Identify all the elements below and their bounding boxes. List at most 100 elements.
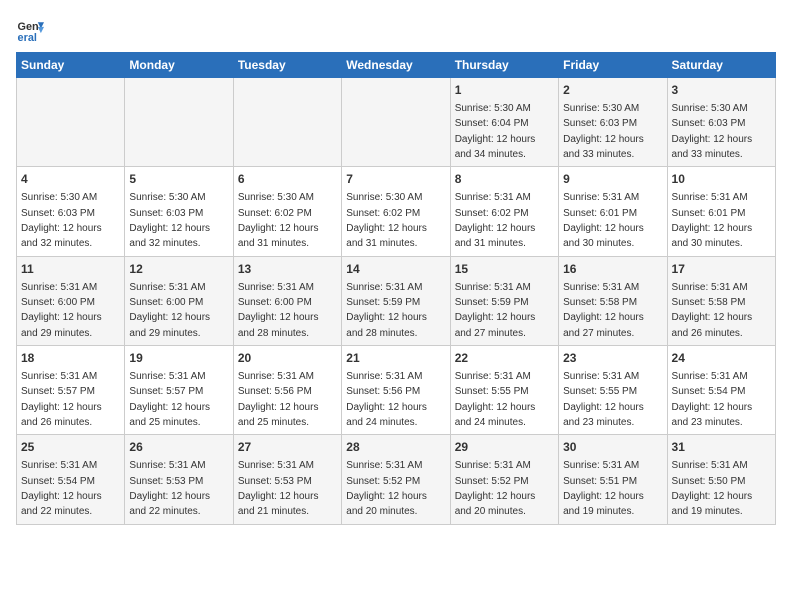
day-info: Sunrise: 5:30 AM Sunset: 6:02 PM Dayligh… xyxy=(346,192,427,249)
day-info: Sunrise: 5:31 AM Sunset: 5:59 PM Dayligh… xyxy=(346,282,427,339)
calendar-cell: 3 Sunrise: 5:30 AM Sunset: 6:03 PM Daylig… xyxy=(667,78,775,167)
day-number: 23 xyxy=(563,350,662,367)
calendar-cell: 9Sunrise: 5:31 AM Sunset: 6:01 PM Daylig… xyxy=(559,167,667,256)
week-row-5: 25 Sunrise: 5:31 AM Sunset: 5:54 PM Dayli… xyxy=(17,435,776,524)
day-info: Sunrise: 5:31 AM Sunset: 5:51 PM Dayligh… xyxy=(563,460,644,517)
day-number: 18 xyxy=(21,350,120,367)
day-number: 1 xyxy=(455,82,554,99)
day-info: Sunrise: 5:30 AM Sunset: 6:02 PM Dayligh… xyxy=(238,192,319,249)
calendar-cell: 4 Sunrise: 5:30 AM Sunset: 6:03 PM Daylig… xyxy=(17,167,125,256)
day-number: 29 xyxy=(455,439,554,456)
calendar-cell: 2 Sunrise: 5:30 AM Sunset: 6:03 PM Daylig… xyxy=(559,78,667,167)
day-info: Sunrise: 5:31 AM Sunset: 5:55 PM Dayligh… xyxy=(563,371,644,428)
calendar-cell: 27Sunrise: 5:31 AM Sunset: 5:53 PM Dayli… xyxy=(233,435,341,524)
calendar-cell: 30 Sunrise: 5:31 AM Sunset: 5:51 PM Dayli… xyxy=(559,435,667,524)
day-info: Sunrise: 5:31 AM Sunset: 5:50 PM Dayligh… xyxy=(672,460,753,517)
calendar-cell: 1 Sunrise: 5:30 AM Sunset: 6:04 PM Daylig… xyxy=(450,78,558,167)
calendar-cell: 20 Sunrise: 5:31 AM Sunset: 5:56 PM Dayli… xyxy=(233,346,341,435)
calendar-cell: 14 Sunrise: 5:31 AM Sunset: 5:59 PM Dayli… xyxy=(342,256,450,345)
day-number: 15 xyxy=(455,261,554,278)
calendar-cell xyxy=(17,78,125,167)
calendar-cell: 25 Sunrise: 5:31 AM Sunset: 5:54 PM Dayli… xyxy=(17,435,125,524)
day-info: Sunrise: 5:31 AM Sunset: 5:56 PM Dayligh… xyxy=(238,371,319,428)
day-number: 28 xyxy=(346,439,445,456)
calendar-cell: 7 Sunrise: 5:30 AM Sunset: 6:02 PM Daylig… xyxy=(342,167,450,256)
calendar-cell: 26 Sunrise: 5:31 AM Sunset: 5:53 PM Dayli… xyxy=(125,435,233,524)
day-number: 13 xyxy=(238,261,337,278)
calendar-cell: 11Sunrise: 5:31 AM Sunset: 6:00 PM Dayli… xyxy=(17,256,125,345)
day-info: Sunrise: 5:30 AM Sunset: 6:03 PM Dayligh… xyxy=(563,103,644,160)
day-info: Sunrise: 5:31 AM Sunset: 5:58 PM Dayligh… xyxy=(563,282,644,339)
calendar-cell: 29 Sunrise: 5:31 AM Sunset: 5:52 PM Dayli… xyxy=(450,435,558,524)
day-number: 26 xyxy=(129,439,228,456)
day-number: 16 xyxy=(563,261,662,278)
day-number: 4 xyxy=(21,171,120,188)
day-info: Sunrise: 5:30 AM Sunset: 6:03 PM Dayligh… xyxy=(21,192,102,249)
day-number: 12 xyxy=(129,261,228,278)
week-row-1: 1 Sunrise: 5:30 AM Sunset: 6:04 PM Daylig… xyxy=(17,78,776,167)
header-row: SundayMondayTuesdayWednesdayThursdayFrid… xyxy=(17,53,776,78)
day-info: Sunrise: 5:31 AM Sunset: 6:00 PM Dayligh… xyxy=(21,282,102,339)
day-number: 22 xyxy=(455,350,554,367)
day-info: Sunrise: 5:31 AM Sunset: 5:52 PM Dayligh… xyxy=(455,460,536,517)
day-info: Sunrise: 5:31 AM Sunset: 5:54 PM Dayligh… xyxy=(672,371,753,428)
calendar-cell: 15 Sunrise: 5:31 AM Sunset: 5:59 PM Dayli… xyxy=(450,256,558,345)
day-number: 25 xyxy=(21,439,120,456)
calendar-cell xyxy=(342,78,450,167)
day-info: Sunrise: 5:31 AM Sunset: 6:01 PM Dayligh… xyxy=(672,192,753,249)
day-number: 14 xyxy=(346,261,445,278)
day-info: Sunrise: 5:30 AM Sunset: 6:04 PM Dayligh… xyxy=(455,103,536,160)
week-row-3: 11Sunrise: 5:31 AM Sunset: 6:00 PM Dayli… xyxy=(17,256,776,345)
day-number: 24 xyxy=(672,350,771,367)
calendar-cell: 10 Sunrise: 5:31 AM Sunset: 6:01 PM Dayli… xyxy=(667,167,775,256)
day-info: Sunrise: 5:31 AM Sunset: 5:56 PM Dayligh… xyxy=(346,371,427,428)
calendar-cell: 28 Sunrise: 5:31 AM Sunset: 5:52 PM Dayli… xyxy=(342,435,450,524)
day-number: 30 xyxy=(563,439,662,456)
logo-icon: Gen eral xyxy=(16,16,44,44)
day-info: Sunrise: 5:31 AM Sunset: 5:57 PM Dayligh… xyxy=(21,371,102,428)
calendar-cell: 16 Sunrise: 5:31 AM Sunset: 5:58 PM Dayli… xyxy=(559,256,667,345)
calendar-cell: 21 Sunrise: 5:31 AM Sunset: 5:56 PM Dayli… xyxy=(342,346,450,435)
calendar-cell: 24 Sunrise: 5:31 AM Sunset: 5:54 PM Dayli… xyxy=(667,346,775,435)
calendar-cell: 5Sunrise: 5:30 AM Sunset: 6:03 PM Daylig… xyxy=(125,167,233,256)
svg-text:eral: eral xyxy=(18,32,37,44)
calendar-cell: 31 Sunrise: 5:31 AM Sunset: 5:50 PM Dayli… xyxy=(667,435,775,524)
calendar-header: SundayMondayTuesdayWednesdayThursdayFrid… xyxy=(17,53,776,78)
calendar-table: SundayMondayTuesdayWednesdayThursdayFrid… xyxy=(16,52,776,525)
week-row-4: 18 Sunrise: 5:31 AM Sunset: 5:57 PM Dayli… xyxy=(17,346,776,435)
day-number: 2 xyxy=(563,82,662,99)
day-number: 27 xyxy=(238,439,337,456)
col-header-thursday: Thursday xyxy=(450,53,558,78)
day-info: Sunrise: 5:31 AM Sunset: 5:54 PM Dayligh… xyxy=(21,460,102,517)
col-header-wednesday: Wednesday xyxy=(342,53,450,78)
day-number: 6 xyxy=(238,171,337,188)
calendar-cell: 19Sunrise: 5:31 AM Sunset: 5:57 PM Dayli… xyxy=(125,346,233,435)
day-info: Sunrise: 5:30 AM Sunset: 6:03 PM Dayligh… xyxy=(672,103,753,160)
day-info: Sunrise: 5:30 AM Sunset: 6:03 PM Dayligh… xyxy=(129,192,210,249)
col-header-saturday: Saturday xyxy=(667,53,775,78)
day-number: 21 xyxy=(346,350,445,367)
col-header-friday: Friday xyxy=(559,53,667,78)
calendar-cell: 6 Sunrise: 5:30 AM Sunset: 6:02 PM Daylig… xyxy=(233,167,341,256)
day-number: 3 xyxy=(672,82,771,99)
calendar-cell: 17Sunrise: 5:31 AM Sunset: 5:58 PM Dayli… xyxy=(667,256,775,345)
day-number: 8 xyxy=(455,171,554,188)
calendar-body: 1 Sunrise: 5:30 AM Sunset: 6:04 PM Daylig… xyxy=(17,78,776,525)
day-info: Sunrise: 5:31 AM Sunset: 5:52 PM Dayligh… xyxy=(346,460,427,517)
day-number: 19 xyxy=(129,350,228,367)
calendar-cell: 18 Sunrise: 5:31 AM Sunset: 5:57 PM Dayli… xyxy=(17,346,125,435)
logo: Gen eral xyxy=(16,16,48,44)
day-info: Sunrise: 5:31 AM Sunset: 5:55 PM Dayligh… xyxy=(455,371,536,428)
day-number: 10 xyxy=(672,171,771,188)
day-number: 9 xyxy=(563,171,662,188)
day-info: Sunrise: 5:31 AM Sunset: 5:53 PM Dayligh… xyxy=(129,460,210,517)
day-number: 20 xyxy=(238,350,337,367)
col-header-tuesday: Tuesday xyxy=(233,53,341,78)
day-number: 17 xyxy=(672,261,771,278)
day-info: Sunrise: 5:31 AM Sunset: 6:00 PM Dayligh… xyxy=(238,282,319,339)
day-info: Sunrise: 5:31 AM Sunset: 6:02 PM Dayligh… xyxy=(455,192,536,249)
calendar-cell: 12Sunrise: 5:31 AM Sunset: 6:00 PM Dayli… xyxy=(125,256,233,345)
day-info: Sunrise: 5:31 AM Sunset: 5:59 PM Dayligh… xyxy=(455,282,536,339)
day-number: 31 xyxy=(672,439,771,456)
day-number: 7 xyxy=(346,171,445,188)
